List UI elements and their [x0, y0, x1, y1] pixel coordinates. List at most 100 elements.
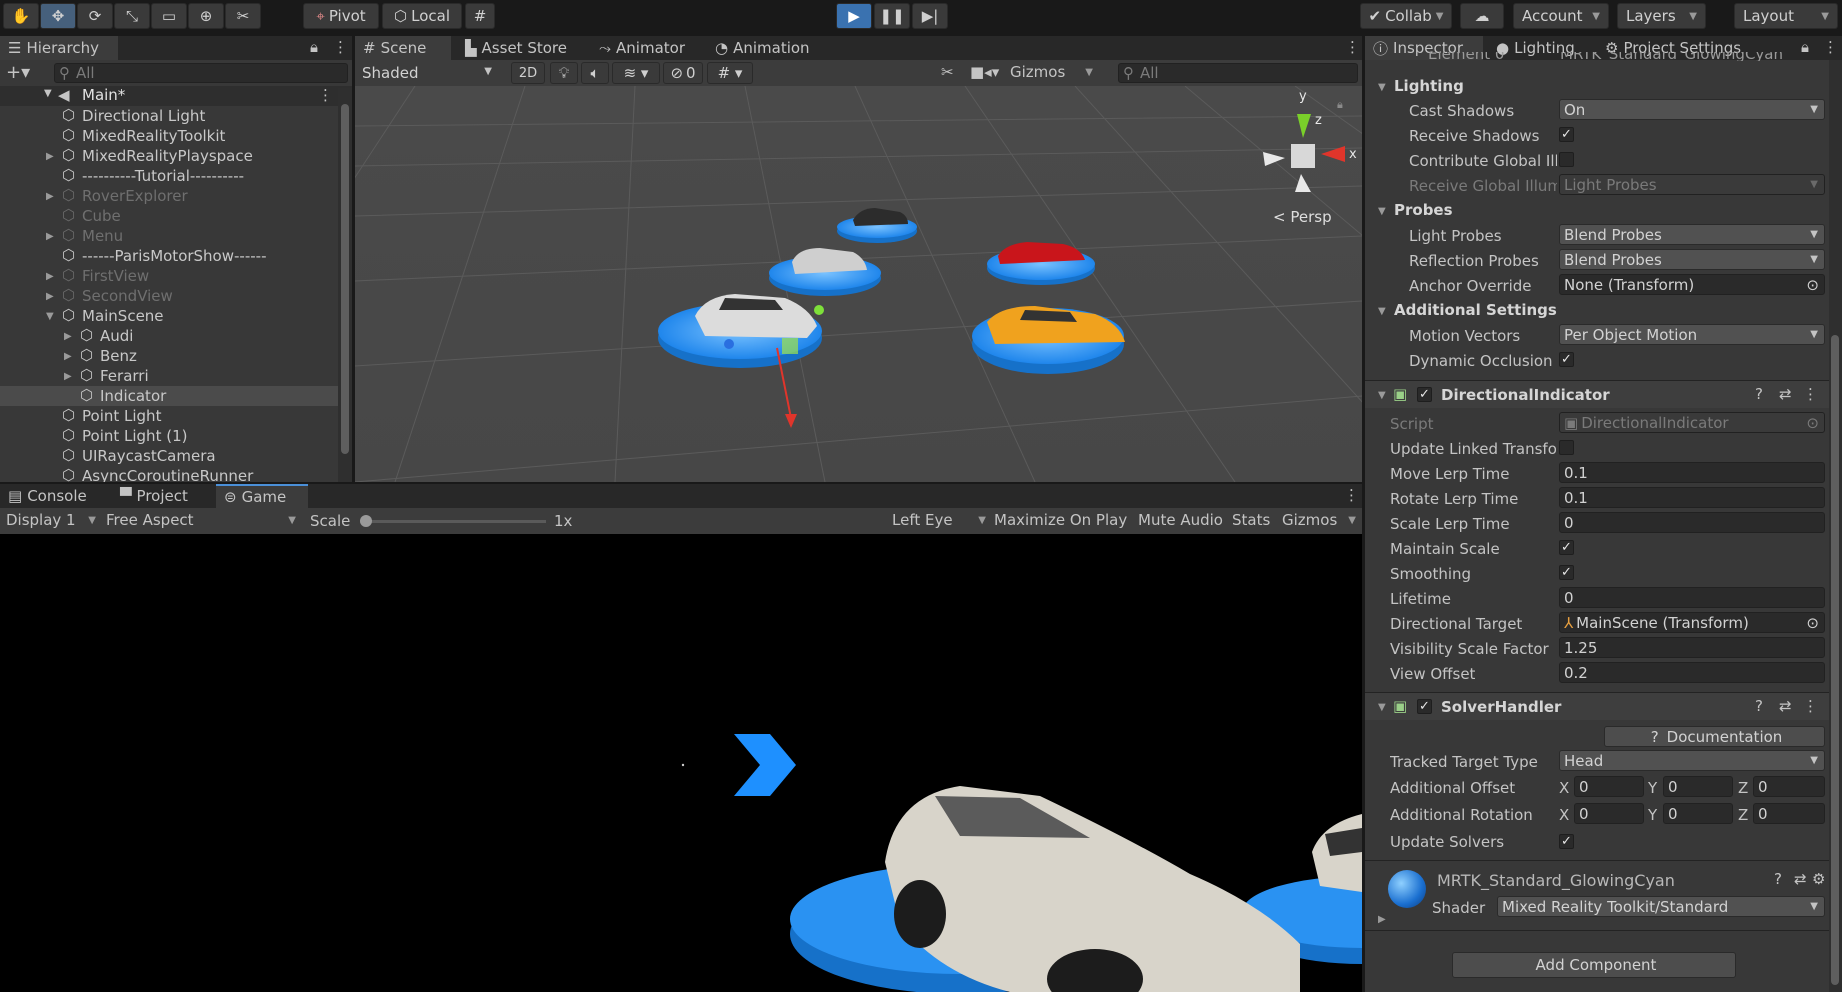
hierarchy-item[interactable]: ▶ ⬡ Benz — [0, 346, 338, 366]
stats-toggle[interactable]: Stats — [1232, 511, 1270, 529]
lock-icon[interactable]: 🔒︎ — [310, 38, 318, 56]
play-button[interactable]: ▶ — [836, 3, 872, 29]
grid-snap-icon[interactable]: # — [465, 3, 495, 29]
mode-2d-toggle[interactable]: 2D — [511, 62, 545, 84]
scene-name: Main* — [82, 86, 126, 104]
hierarchy-item[interactable]: ▼ ⬡ MainScene — [0, 306, 338, 326]
hierarchy-item[interactable]: ▶ ⬡ Audi — [0, 326, 338, 346]
tab-project[interactable]: ▀ Project — [112, 484, 196, 508]
game-viewport[interactable] — [0, 534, 1362, 992]
expand-arrow-icon[interactable]: ▶ — [64, 371, 72, 382]
hierarchy-item[interactable]: ⬡ Cube — [0, 206, 338, 226]
rect-tool-icon[interactable]: ▭ — [151, 3, 187, 29]
add-button[interactable]: +▾ — [6, 62, 30, 83]
hierarchy-search-input[interactable]: ⚲ All — [54, 63, 348, 83]
inspector-scrollbar-thumb[interactable] — [1831, 335, 1839, 985]
kebab-menu-icon[interactable]: ⋮ — [333, 38, 348, 56]
hidden-objects-toggle[interactable]: ⊘ 0 — [663, 62, 703, 84]
hierarchy-item[interactable]: ⬡ ----------Tutorial---------- — [0, 166, 338, 186]
tab-hierarchy[interactable]: ☰ Hierarchy — [0, 36, 118, 60]
expand-arrow-icon[interactable]: ▶ — [46, 271, 54, 282]
persp-label[interactable]: < Persp — [1273, 208, 1332, 226]
inspector-scrollbar[interactable] — [1829, 60, 1842, 992]
hierarchy-item[interactable]: ⬡ AsyncCoroutineRunner — [0, 466, 338, 482]
scene-search-input[interactable]: ⚲ All — [1118, 63, 1358, 83]
hierarchy-item[interactable]: ▶ ⬡ Menu — [0, 226, 338, 246]
tab-project-settings[interactable]: ⚙ Project Settings — [1597, 36, 1749, 60]
hierarchy-item[interactable]: ⬡ MixedRealityToolkit — [0, 126, 338, 146]
collab-dropdown[interactable]: ✔ Collab ▼ — [1360, 3, 1452, 29]
scene-viewport[interactable]: y z x 🔒︎ < Persp — [355, 86, 1362, 482]
gear-icon: ⚙ — [1605, 39, 1619, 57]
hierarchy-item[interactable]: ▶ ⬡ SecondView — [0, 286, 338, 306]
account-dropdown[interactable]: Account ▼ — [1513, 3, 1609, 29]
pivot-toggle[interactable]: ⌖ Pivot — [303, 3, 379, 29]
cloud-icon[interactable]: ☁ — [1460, 3, 1504, 29]
layers-dropdown[interactable]: Layers ▼ — [1617, 3, 1706, 29]
tools-icon[interactable]: ✂ — [941, 63, 954, 81]
tab-console[interactable]: ▤ Console — [0, 484, 95, 508]
maximize-on-play-toggle[interactable]: Maximize On Play — [994, 511, 1127, 529]
hierarchy-item[interactable]: ▶ ⬡ FirstView — [0, 266, 338, 286]
hierarchy-item[interactable]: ⬡ ------ParisMotorShow------ — [0, 246, 338, 266]
eye-dropdown[interactable]: Left Eye ▼ — [892, 511, 986, 529]
display-dropdown[interactable]: Display 1 ▼ — [6, 511, 96, 529]
kebab-menu-icon[interactable]: ⋮ — [1823, 38, 1838, 56]
hierarchy-item[interactable]: ⬡ Point Light (1) — [0, 426, 338, 446]
lighting-toggle-icon[interactable]: 💡︎ — [550, 62, 578, 84]
pause-button[interactable]: ❚❚ — [874, 3, 910, 29]
hierarchy-item[interactable]: ▶ ⬡ RoverExplorer — [0, 186, 338, 206]
hierarchy-item[interactable]: ▶ ⬡ MixedRealityPlayspace — [0, 146, 338, 166]
expand-arrow-icon[interactable]: ▶ — [46, 151, 54, 162]
transform-tool-icon[interactable]: ⊕ — [188, 3, 224, 29]
hierarchy-item-label: AsyncCoroutineRunner — [82, 467, 254, 482]
expand-arrow-icon[interactable]: ▶ — [46, 191, 54, 202]
hierarchy-item[interactable]: ⬡ Indicator — [0, 386, 338, 406]
scene-menu-icon[interactable]: ⋮ — [318, 86, 333, 104]
scale-slider-thumb[interactable] — [360, 515, 372, 527]
effects-dropdown-icon[interactable]: ≋ ▾ — [612, 62, 660, 84]
hierarchy-item[interactable]: ⬡ Directional Light — [0, 106, 338, 126]
hierarchy-item[interactable]: ▶ ⬡ Ferarri — [0, 366, 338, 386]
game-gizmos-dropdown[interactable]: Gizmos ▼ — [1282, 511, 1362, 529]
expand-arrow-icon[interactable]: ▶ — [46, 291, 54, 302]
expand-arrow-icon[interactable]: ▶ — [46, 231, 54, 242]
audio-toggle-icon[interactable]: 🔈︎ — [581, 62, 609, 84]
scene-row[interactable]: ▼ ◀ Main* ⋮ — [0, 86, 352, 106]
tab-scene[interactable]: # Scene — [355, 36, 451, 60]
custom-tool-icon[interactable]: ✂ — [225, 3, 261, 29]
tab-lighting[interactable]: ● Lighting — [1488, 36, 1583, 60]
step-button[interactable]: ▶| — [912, 3, 948, 29]
expand-arrow-icon[interactable]: ▼ — [44, 88, 52, 99]
tab-game-label: Game — [241, 488, 287, 506]
gizmo-lock-icon[interactable]: 🔒︎ — [1337, 98, 1343, 111]
expand-arrow-icon[interactable]: ▶ — [64, 331, 72, 342]
move-tool-icon[interactable]: ✥ — [40, 3, 76, 29]
aspect-dropdown[interactable]: Free Aspect ▼ — [106, 511, 296, 529]
hierarchy-scrollbar[interactable] — [338, 88, 352, 482]
lock-icon[interactable]: 🔒︎ — [1801, 38, 1809, 56]
tab-inspector[interactable]: ⓘ Inspector — [1365, 36, 1483, 60]
layout-dropdown[interactable]: Layout ▼ — [1734, 3, 1838, 29]
tab-asset-store[interactable]: ▙ Asset Store — [457, 36, 575, 60]
scale-tool-icon[interactable]: ⤡ — [114, 3, 150, 29]
tab-animator[interactable]: ⤳ Animator — [591, 36, 693, 60]
gizmos-dropdown[interactable]: Gizmos ▼ — [1010, 63, 1093, 81]
hierarchy-item[interactable]: ⬡ UIRaycastCamera — [0, 446, 338, 466]
scene-menu-icon[interactable]: ⋮ — [1345, 38, 1360, 56]
scale-slider[interactable] — [360, 515, 546, 527]
scrollbar-thumb[interactable] — [341, 104, 349, 454]
rotate-tool-icon[interactable]: ⟳ — [77, 3, 113, 29]
grid-dropdown-icon[interactable]: # ▾ — [707, 62, 753, 84]
local-toggle[interactable]: ⬡ Local — [382, 3, 462, 29]
expand-arrow-icon[interactable]: ▼ — [46, 311, 54, 322]
mute-audio-toggle[interactable]: Mute Audio — [1138, 511, 1223, 529]
hierarchy-item[interactable]: ⬡ Point Light — [0, 406, 338, 426]
shading-dropdown[interactable]: Shaded ▼ — [358, 62, 498, 83]
camera-dropdown-icon[interactable]: ■◂▾ — [970, 63, 999, 81]
hand-tool-icon[interactable]: ✋ — [3, 3, 39, 29]
game-menu-icon[interactable]: ⋮ — [1344, 486, 1359, 504]
tab-game[interactable]: ⊜ Game — [216, 484, 308, 508]
tab-animation[interactable]: ◔ Animation — [707, 36, 818, 60]
expand-arrow-icon[interactable]: ▶ — [64, 351, 72, 362]
